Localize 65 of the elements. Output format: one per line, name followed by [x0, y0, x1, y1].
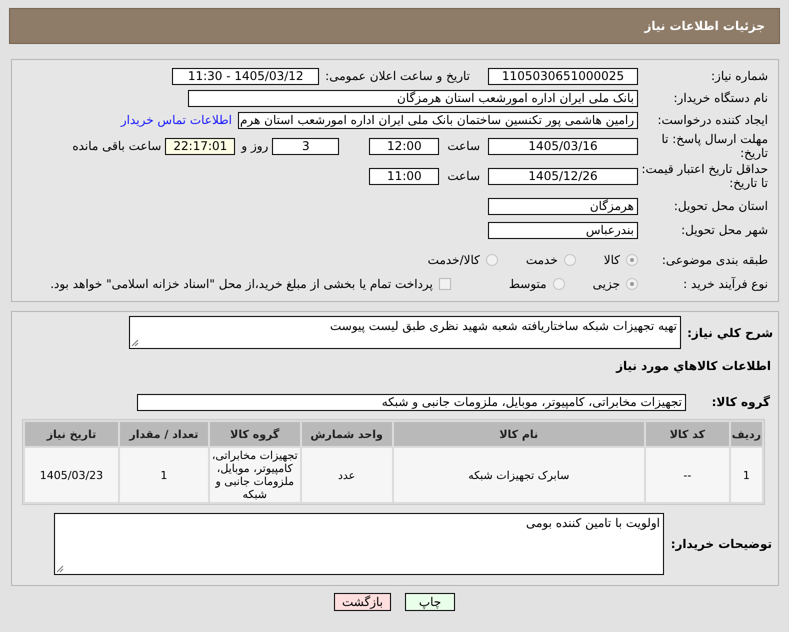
column-header: تعداد / مقدار	[120, 422, 208, 446]
table-cell: عدد	[302, 448, 392, 502]
column-header: تاریخ نیاز	[25, 422, 118, 446]
announce-date-field: 1405/03/12 - 11:30	[172, 68, 320, 84]
buyer-field: بانک ملی ایران اداره امورشعب استان هرمزگان	[188, 90, 638, 106]
checkbox-label: پرداخت تمام یا بخشی از مبلغ خرید،از محل "اسناد خزانه اسلامی" خواهد بود.	[50, 277, 433, 291]
table-cell: --	[646, 448, 729, 502]
field-label: شرح کلي نياز:	[686, 326, 774, 340]
radio-button[interactable]	[486, 254, 498, 266]
table-cell: سابرک تجهیزات شبکه	[394, 448, 644, 502]
radio-label: خدمت	[526, 253, 558, 267]
table-cell: تجهیزات مخابراتی، کامپیوتر، موبایل، ملزومات جانبی و شبکه	[210, 448, 300, 502]
table-cell: 1	[730, 448, 762, 502]
radio-button[interactable]	[564, 254, 576, 266]
column-header: کد کالا	[646, 422, 729, 446]
column-header: گروه کالا	[210, 422, 300, 446]
radio-label: جزیی	[592, 277, 620, 291]
field-label: شهر محل تحویل:	[680, 223, 769, 237]
table-cell: 1405/03/23	[25, 448, 118, 502]
field-label: مهلت ارسال پاسخ: تا تاریخ:	[660, 132, 769, 160]
buyer-notes-field: اولویت با تامین کننده بومی	[54, 513, 664, 575]
need-number-field: 1105030651000025	[488, 68, 638, 84]
radio-label: کالا/خدمت	[428, 253, 480, 267]
page-header: جزئیات اطلاعات نیاز	[9, 8, 780, 44]
table-cell: 1	[120, 448, 208, 502]
remaining-time-field: 22:17:01	[165, 138, 236, 154]
contact-link[interactable]: اطلاعات تماس خریدار	[120, 113, 232, 127]
field-label: طبقه بندی موضوعی:	[660, 253, 769, 267]
field-label: شماره نیاز:	[710, 69, 769, 83]
remaining-label: ساعت باقی مانده	[72, 139, 162, 153]
date-field: 1405/03/16	[488, 138, 638, 154]
field-label: استان محل تحویل:	[672, 199, 769, 213]
resize-grip-icon[interactable]	[131, 339, 139, 347]
section-title: اطلاعات کالاهاي مورد نياز	[616, 359, 772, 373]
radio-button[interactable]	[626, 254, 638, 266]
field-label: حداقل تاریخ اعتبار قیمت: تا تاریخ:	[640, 162, 769, 190]
date-field: 1405/12/26	[488, 168, 638, 184]
column-header: واحد شمارش	[302, 422, 392, 446]
city-field: بندرعباس	[488, 222, 638, 238]
field-label: تاریخ و ساعت اعلان عمومی:	[325, 69, 470, 83]
radio-button[interactable]	[552, 278, 565, 290]
time-label: ساعت	[447, 139, 480, 153]
checkbox[interactable]	[438, 278, 451, 290]
time-field: 12:00	[369, 138, 440, 154]
radio-button[interactable]	[626, 278, 638, 290]
column-header: نام کالا	[394, 422, 644, 446]
time-field: 11:00	[369, 168, 440, 184]
time-label: ساعت	[447, 169, 480, 183]
days-field: 3	[272, 138, 340, 154]
field-label: نوع فرآیند خرید :	[682, 277, 769, 291]
back-button[interactable]: بازگشت	[334, 593, 391, 611]
radio-label: کالا	[604, 253, 620, 267]
resize-grip-icon[interactable]	[56, 565, 64, 573]
province-field: هرمزگان	[488, 198, 638, 214]
print-button[interactable]: چاپ	[405, 593, 455, 611]
description-field: تهیه تجهیزات شبکه ساختاریافته شعبه شهید نظری طبق لیست پیوست	[129, 316, 681, 349]
requester-field: رامین هاشمی پور تکنسین ساختمان بانک ملی ایران اداره امورشعب استان هرم	[238, 112, 638, 128]
field-label: توضیحات خریدار:	[670, 537, 773, 551]
field-label: گروه کالا:	[710, 395, 771, 409]
column-header: ردیف	[730, 422, 762, 446]
radio-label: متوسط	[508, 277, 547, 291]
field-label: نام دستگاه خریدار:	[672, 91, 769, 105]
goods-group-field: تجهیزات مخابراتی، کامپیوتر، موبایل، ملزومات جانبی و شبکه	[137, 394, 686, 410]
field-label: ایجاد کننده درخواست:	[656, 113, 769, 127]
days-label: روز و	[241, 139, 268, 153]
